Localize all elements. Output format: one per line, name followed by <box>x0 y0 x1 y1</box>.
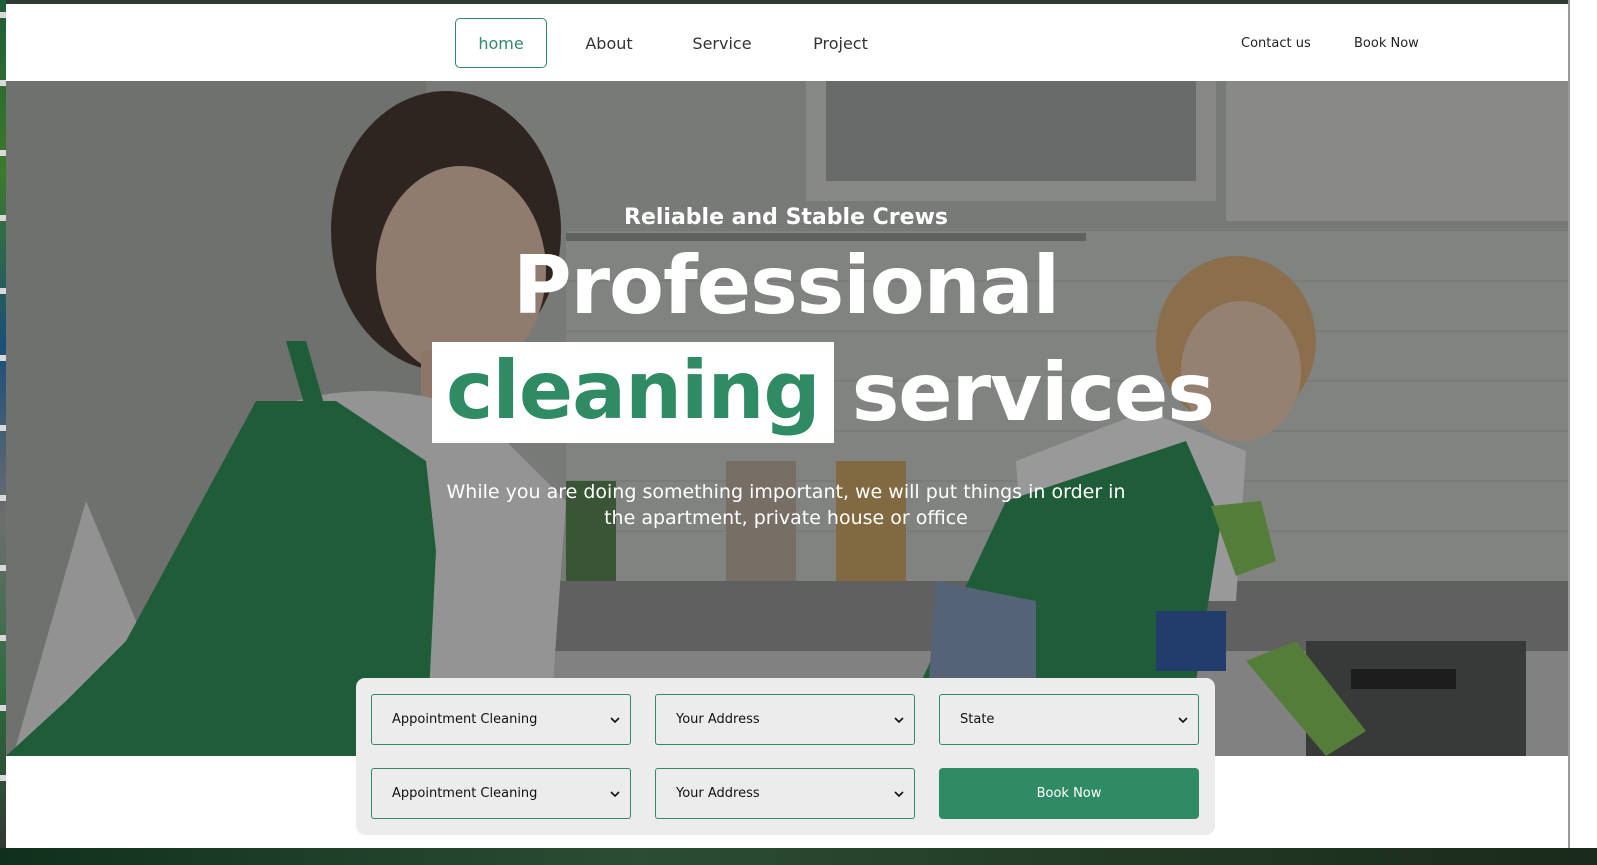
select-value: Appointment Cleaning <box>392 786 538 801</box>
address-select-2[interactable]: Your Address <box>655 768 915 819</box>
chevron-down-icon <box>610 716 620 723</box>
nav-service-link[interactable]: Service <box>682 18 762 68</box>
chevron-down-icon <box>894 790 904 797</box>
select-value: State <box>960 712 995 727</box>
hero-title-highlight: cleaning <box>432 342 834 443</box>
chevron-down-icon <box>610 790 620 797</box>
service-type-select-2[interactable]: Appointment Cleaning <box>371 768 631 819</box>
nav-book-now-link[interactable]: Book Now <box>1354 18 1419 68</box>
book-now-button[interactable]: Book Now <box>939 768 1199 819</box>
hero-section: Reliable and Stable Crews Professional c… <box>6 81 1568 756</box>
service-type-select[interactable]: Appointment Cleaning <box>371 694 631 745</box>
web-page: home About Service Project Contact us Bo… <box>6 4 1568 848</box>
address-select[interactable]: Your Address <box>655 694 915 745</box>
chevron-down-icon <box>894 716 904 723</box>
nav-about-link[interactable]: About <box>574 18 644 68</box>
chevron-down-icon <box>1178 716 1188 723</box>
hero-title: Professional <box>512 239 1060 332</box>
scrollbar-divider <box>1568 0 1570 865</box>
top-navigation: home About Service Project Contact us Bo… <box>6 4 1568 81</box>
select-value: Your Address <box>676 786 760 801</box>
hero-subtitle: Reliable and Stable Crews <box>624 205 948 230</box>
select-value: Appointment Cleaning <box>392 712 538 727</box>
hero-title-rest: services <box>851 345 1215 439</box>
contact-us-link[interactable]: Contact us <box>1241 18 1311 68</box>
booking-form: Appointment Cleaning Your Address State … <box>356 678 1215 835</box>
desktop-taskbar-edge <box>0 848 1597 865</box>
state-select[interactable]: State <box>939 694 1199 745</box>
hero-title-line2: cleaning services <box>432 342 1215 443</box>
select-value: Your Address <box>676 712 760 727</box>
hero-description: While you are doing something important,… <box>446 481 1126 529</box>
nav-home-link[interactable]: home <box>455 18 547 68</box>
browser-scrollbar[interactable] <box>1568 0 1597 865</box>
nav-project-link[interactable]: Project <box>803 18 878 68</box>
